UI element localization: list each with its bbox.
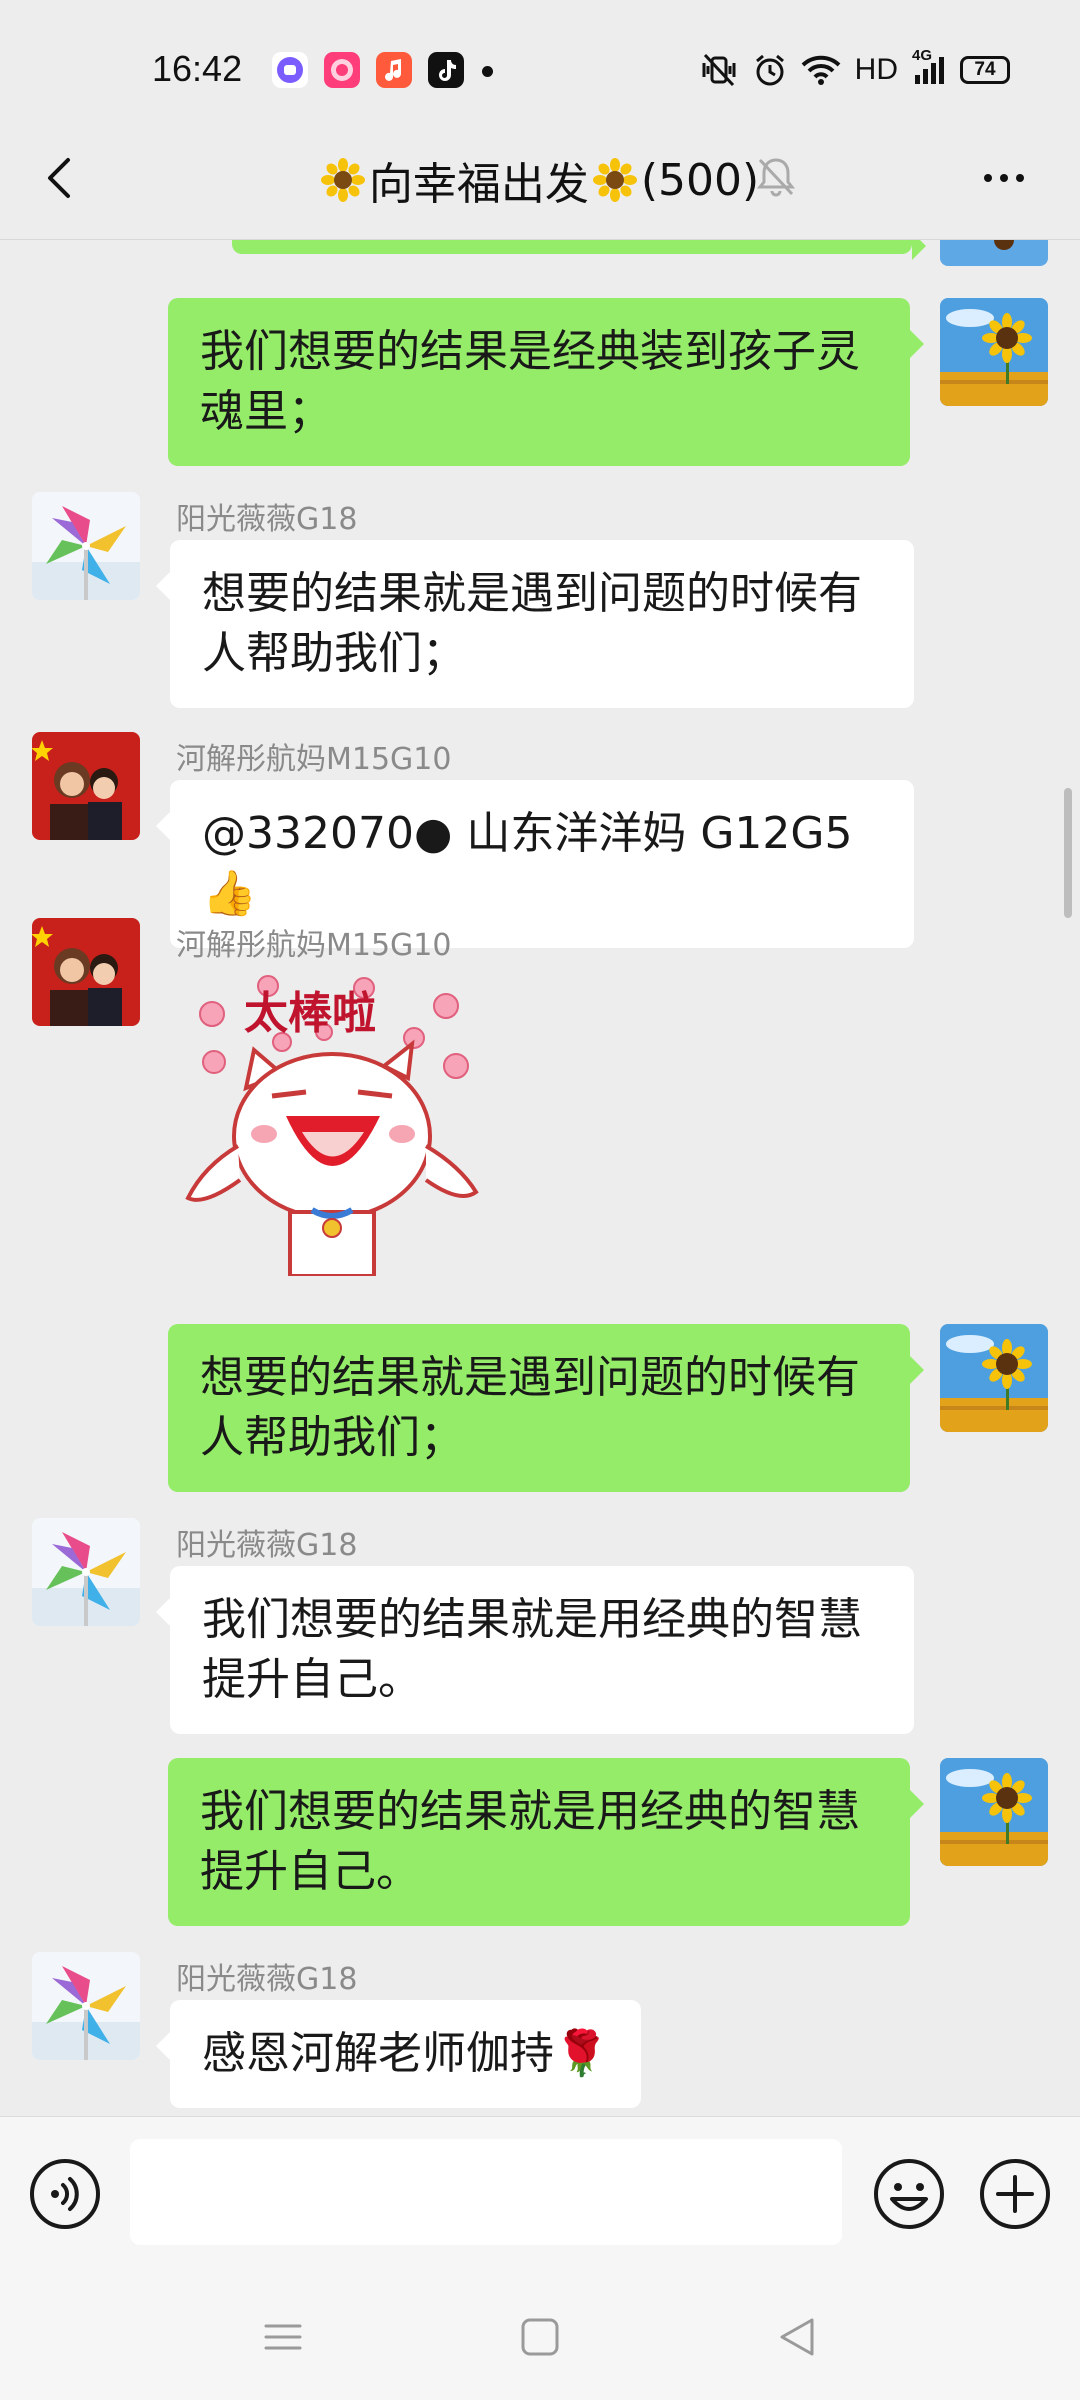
message-line: 人帮助我们； — [200, 1412, 464, 1463]
chat-member-count: (500) — [640, 154, 760, 206]
chat-message-list[interactable]: 我们想要的结果是经典装到孩子灵 魂里； 阳光薇薇G18 想要的结果就是遇到问题的… — [0, 240, 1080, 2116]
voice-icon[interactable] — [28, 2157, 102, 2231]
battery-icon: 74 — [960, 56, 1010, 84]
sender-name: 阳光薇薇G18 — [176, 1962, 358, 1997]
message-bubble-outgoing[interactable]: 我们想要的结果是经典装到孩子灵 魂里； — [168, 298, 924, 466]
network-hd-label: HD — [854, 53, 898, 86]
message-line: 想要的结果就是遇到问题的时候有 — [202, 568, 862, 619]
my-avatar[interactable] — [940, 1758, 1048, 1866]
contact-avatar-pinwheel[interactable] — [32, 1518, 140, 1626]
sender-name: 河解彤航妈M15G10 — [176, 742, 452, 777]
sender-name: 河解彤航妈M15G10 — [176, 928, 452, 963]
back-icon[interactable] — [774, 2314, 820, 2360]
home-icon[interactable] — [517, 2314, 563, 2360]
message-bubble-incoming[interactable]: 我们想要的结果就是用经典的智慧 提升自己。 — [156, 1566, 914, 1734]
message-line: 感恩河解老师伽持🌹 — [202, 2028, 609, 2079]
my-avatar[interactable] — [940, 298, 1048, 406]
vibrate-mute-icon — [702, 53, 736, 87]
chat-title: 向幸福出发 (500) — [0, 148, 1080, 213]
sunflower-avatar-icon — [940, 1758, 1048, 1866]
message-bubble-outgoing[interactable]: 想要的结果就是遇到问题的时候有 人帮助我们； — [168, 1324, 924, 1492]
system-nav-bar — [0, 2276, 1080, 2400]
chat-header: 向幸福出发 (500) — [0, 118, 1080, 240]
message-line: 想要的结果就是遇到问题的时候有 — [200, 1352, 860, 1403]
message-line: 我们想要的结果是经典装到孩子灵 — [200, 326, 860, 377]
message-line: 我们想要的结果就是用经典的智慧 — [200, 1786, 860, 1837]
sticker-caption: 太棒啦 — [244, 988, 376, 1039]
family-photo-avatar-icon — [32, 732, 140, 840]
pinwheel-avatar-icon — [32, 1952, 140, 2060]
chat-scrollbar[interactable] — [1064, 788, 1072, 918]
message-bubble-incoming[interactable]: 想要的结果就是遇到问题的时候有 人帮助我们； — [156, 540, 914, 708]
sender-name: 阳光薇薇G18 — [176, 1528, 358, 1563]
alarm-icon — [755, 54, 784, 86]
sunflower-avatar-icon — [940, 298, 1048, 406]
contact-avatar-photo[interactable] — [32, 732, 140, 840]
contact-avatar-pinwheel[interactable] — [32, 492, 140, 600]
message-line: @332070● 山东洋洋妈 G12G5 👍 — [202, 808, 853, 919]
status-right-cluster: HD 4G 74 — [699, 47, 1010, 90]
signal-icon: 4G — [912, 47, 946, 85]
wifi-icon — [801, 55, 841, 85]
message-input-bar — [0, 2116, 1080, 2276]
pinwheel-avatar-icon — [32, 492, 140, 600]
pinwheel-avatar-icon — [32, 1518, 140, 1626]
sticker-great-cat[interactable]: 太棒啦 — [184, 966, 484, 1278]
status-time: 16:42 — [152, 48, 243, 89]
plus-icon[interactable] — [978, 2157, 1052, 2231]
family-photo-avatar-icon — [32, 918, 140, 1026]
status-bar: 16:42 HD 4G 74 — [0, 0, 1080, 135]
message-input[interactable] — [130, 2139, 842, 2245]
tiktok-icon — [428, 52, 464, 88]
status-dot — [482, 66, 493, 77]
battery-level: 74 — [974, 59, 996, 80]
more-dots-icon[interactable] — [974, 148, 1034, 208]
message-line: 人帮助我们； — [202, 628, 466, 679]
message-line: 魂里； — [200, 386, 332, 437]
sunflower-avatar-icon — [940, 1324, 1048, 1432]
music-note-icon — [376, 52, 412, 88]
message-bubble-outgoing[interactable]: 我们想要的结果就是用经典的智慧 提升自己。 — [168, 1758, 924, 1926]
my-avatar[interactable] — [940, 240, 1048, 266]
message-line: 我们想要的结果就是用经典的智慧 — [202, 1594, 862, 1645]
emoji-icon[interactable] — [872, 2157, 946, 2231]
app-notification-icon — [272, 52, 308, 88]
signal-4g-label: 4G — [912, 47, 933, 64]
chat-title-text: 向幸福出发 — [368, 159, 589, 210]
contact-avatar-pinwheel[interactable] — [32, 1952, 140, 2060]
message-line: 提升自己。 — [202, 1654, 422, 1705]
mute-bell-icon — [756, 158, 796, 197]
menu-icon[interactable] — [260, 2314, 306, 2360]
sunflower-emoji-icon — [592, 158, 637, 202]
music-app-icon — [324, 52, 360, 88]
contact-avatar-photo[interactable] — [32, 918, 140, 1026]
message-bubble-outgoing-partial[interactable] — [232, 240, 926, 260]
message-line: 提升自己。 — [200, 1846, 420, 1897]
sunflower-emoji-icon — [320, 158, 365, 202]
message-bubble-incoming[interactable]: 感恩河解老师伽持🌹 — [156, 2000, 641, 2108]
my-avatar[interactable] — [940, 1324, 1048, 1432]
sender-name: 阳光薇薇G18 — [176, 502, 358, 537]
